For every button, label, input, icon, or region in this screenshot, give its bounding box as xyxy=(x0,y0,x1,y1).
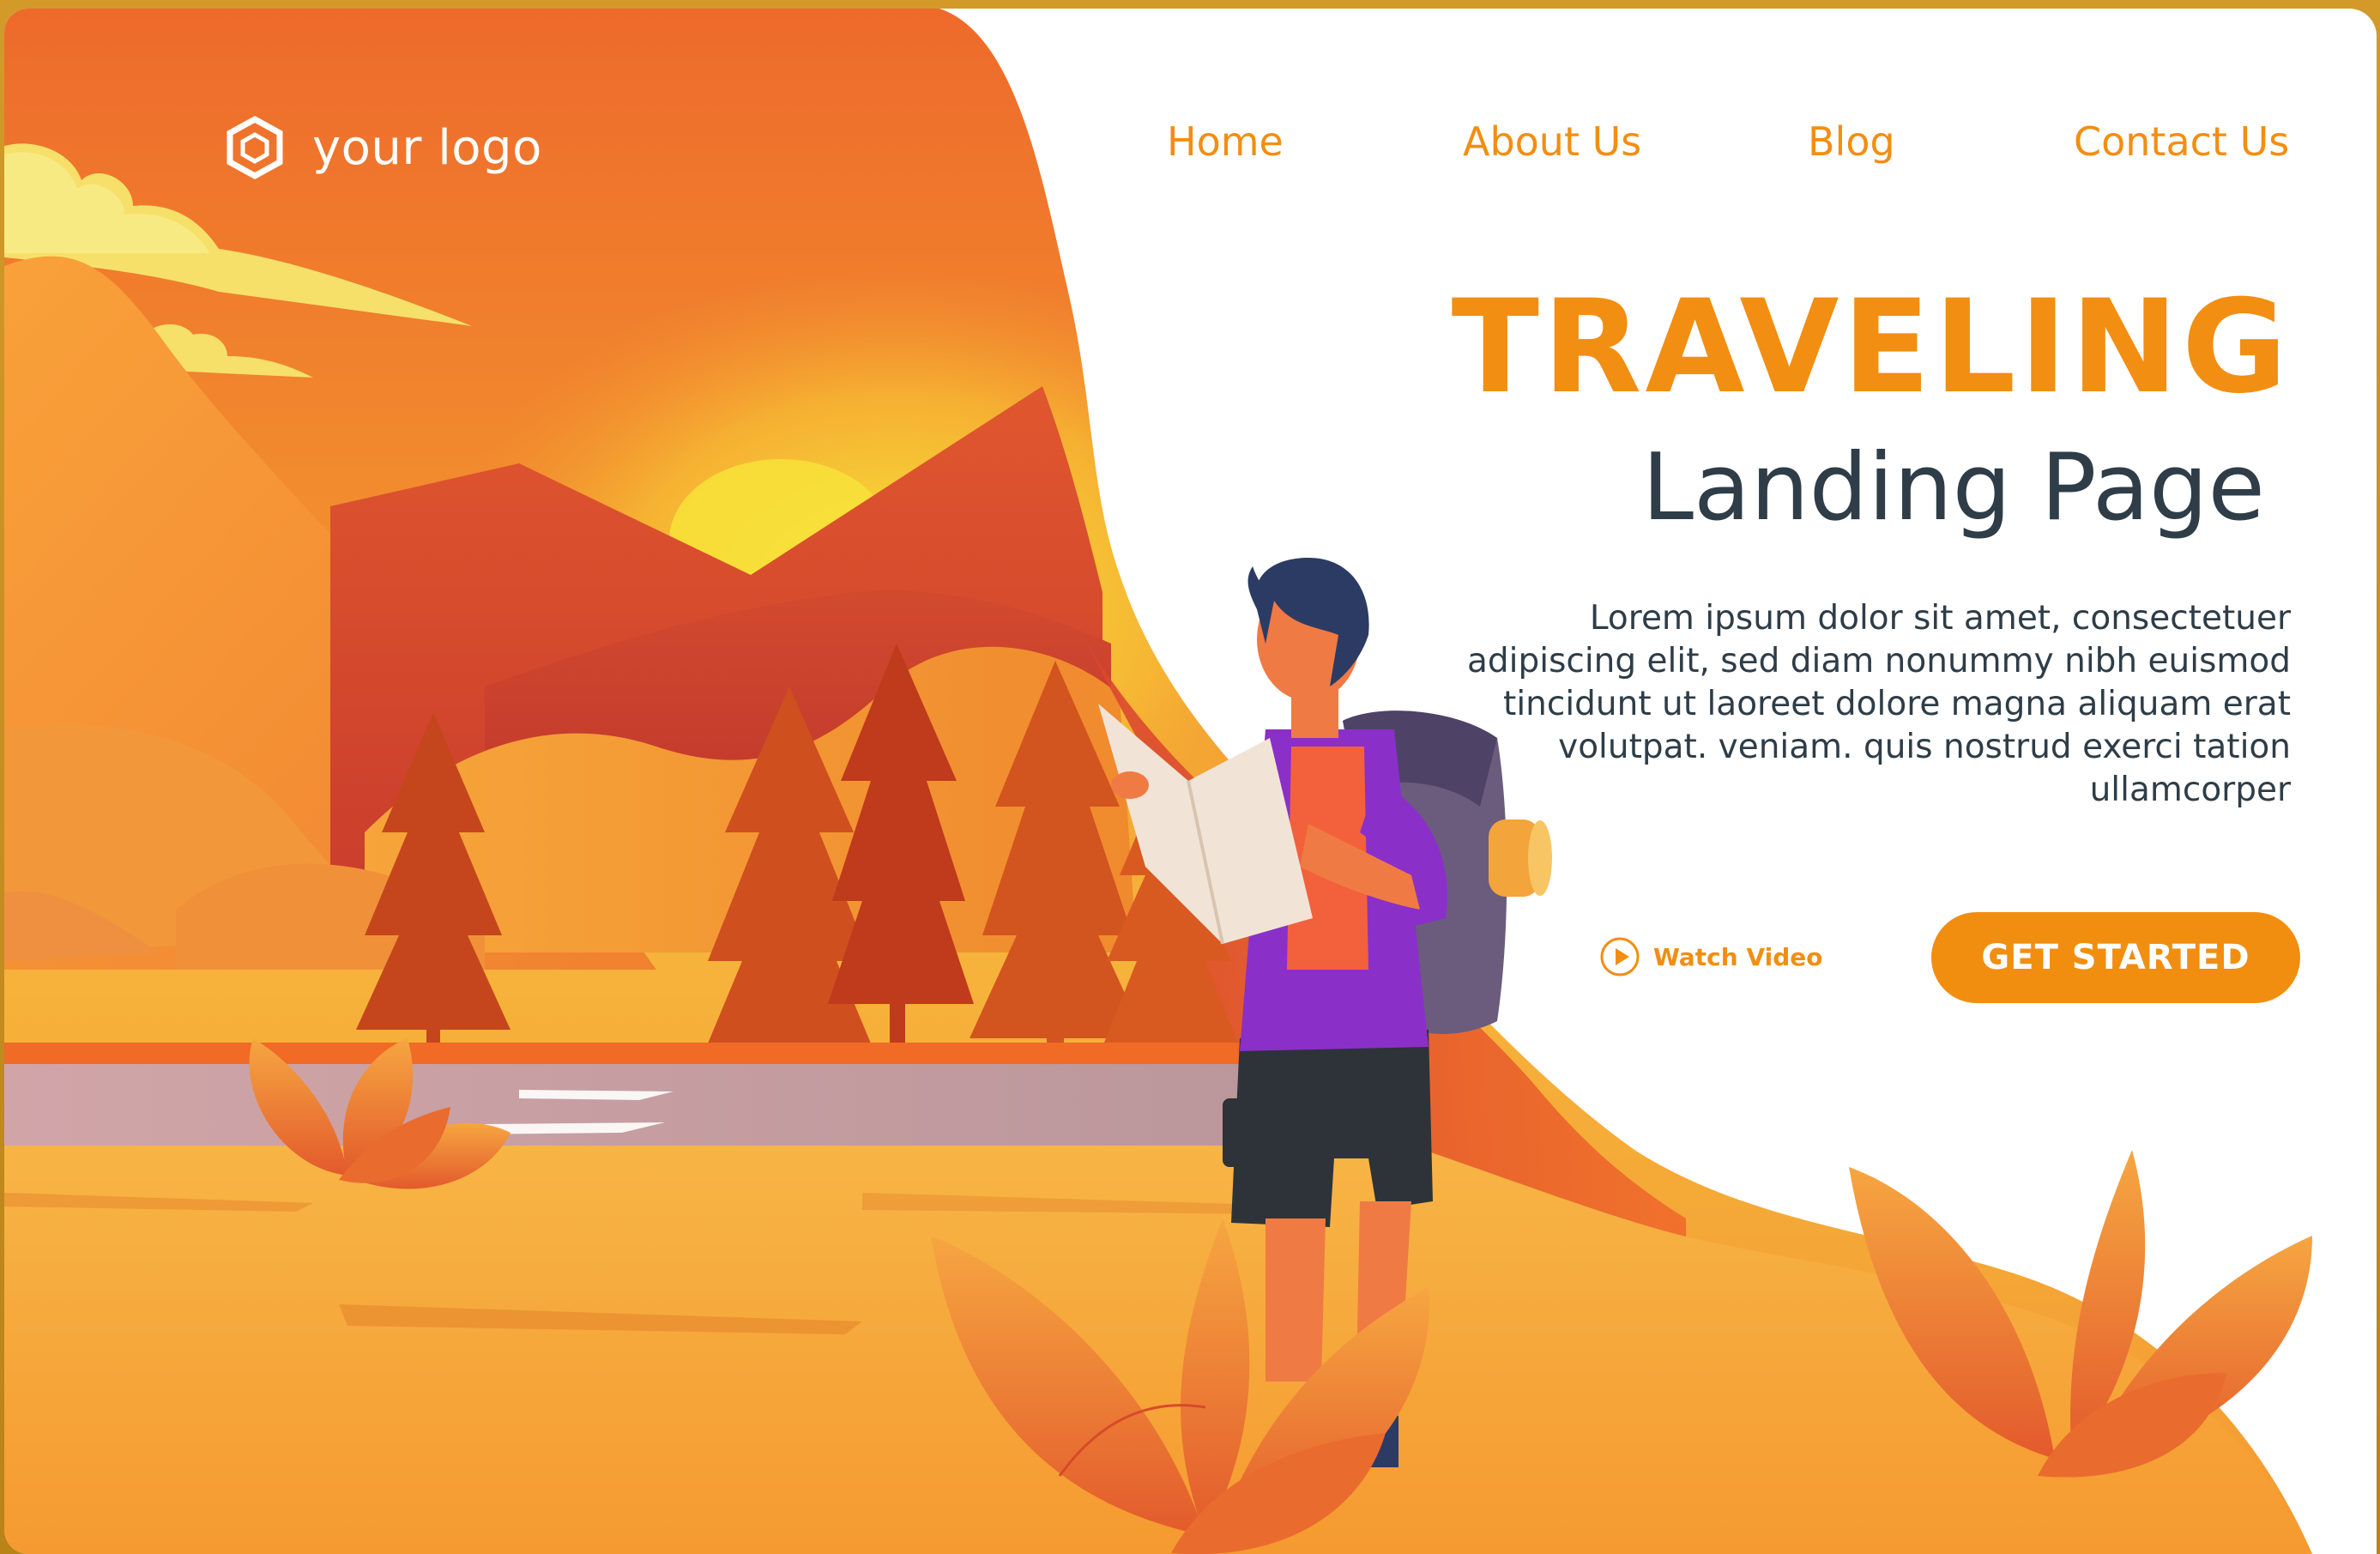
watch-video-label: Watch Video xyxy=(1653,942,1823,971)
hero-subtitle: Landing Page xyxy=(1641,434,2265,541)
nav-home-link[interactable]: Home xyxy=(1167,118,1284,165)
hero-title: TRAVELING xyxy=(1451,273,2291,422)
landing-page: your logo Home About Us Blog Contact Us … xyxy=(4,9,2377,1554)
play-circle-icon xyxy=(1600,937,1640,977)
nav-contact-link[interactable]: Contact Us xyxy=(2074,118,2289,165)
watch-video-link[interactable]: Watch Video xyxy=(1598,935,1823,978)
logo-text: your logo xyxy=(312,119,542,176)
hero-description: Lorem ipsum dolor sit amet, consectetuer… xyxy=(1467,599,2292,809)
brand-logo[interactable]: your logo xyxy=(223,113,542,182)
nav-blog-link[interactable]: Blog xyxy=(1808,118,1895,165)
nav-about-link[interactable]: About Us xyxy=(1463,118,1641,165)
hexagon-logo-icon xyxy=(227,116,283,179)
get-started-button[interactable]: GET STARTED xyxy=(1931,912,2300,1003)
page-frame: your logo Home About Us Blog Contact Us … xyxy=(0,0,2380,1554)
